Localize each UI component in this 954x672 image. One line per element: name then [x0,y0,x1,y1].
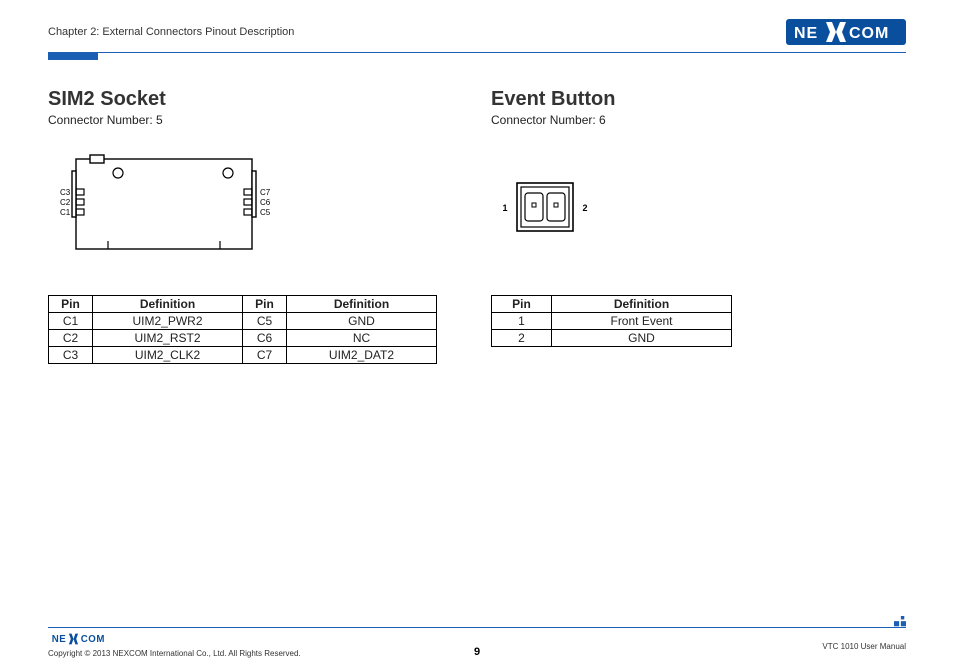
table-row: C1 UIM2_PWR2 C5 GND [49,313,437,330]
label-c6: C6 [260,198,271,207]
footer-mark-icon [894,616,906,628]
svg-text:COM: COM [81,634,105,645]
svg-text:COM: COM [849,25,889,42]
th-def: Definition [287,296,437,313]
label-c3: C3 [60,188,71,197]
label-c5: C5 [260,208,271,217]
sim2-diagram: C3 C2 C1 C7 C6 C5 [48,149,463,269]
svg-text:NE: NE [794,25,818,42]
table-row: C2 UIM2_RST2 C6 NC [49,330,437,347]
label-c7: C7 [260,188,271,197]
label-c1: C1 [60,208,71,217]
sim2-title: SIM2 Socket [48,88,463,111]
event-title: Event Button [491,88,906,111]
label-pin2: 2 [582,203,587,213]
th-def: Definition [93,296,243,313]
page-number: 9 [474,646,480,658]
event-diagram: 1 2 [491,149,906,269]
footer-rule [48,618,906,628]
sim2-table: Pin Definition Pin Definition C1 UIM2_PW… [48,295,437,364]
label-c2: C2 [60,198,71,207]
label-pin1: 1 [502,203,507,213]
header-rule [48,52,906,60]
th-pin: Pin [49,296,93,313]
th-pin: Pin [492,296,552,313]
nexcom-logo: NE COM [786,19,906,45]
th-def: Definition [552,296,732,313]
svg-text:NE: NE [52,634,67,645]
chapter-title: Chapter 2: External Connectors Pinout De… [48,26,294,38]
manual-name: VTC 1010 User Manual [822,642,906,651]
event-subtitle: Connector Number: 6 [491,113,906,127]
table-row: 1 Front Event [492,313,732,330]
table-row: 2 GND [492,330,732,347]
th-pin: Pin [243,296,287,313]
event-table: Pin Definition 1 Front Event 2 GND [491,295,732,347]
sim2-subtitle: Connector Number: 5 [48,113,463,127]
table-row: C3 UIM2_CLK2 C7 UIM2_DAT2 [49,347,437,364]
